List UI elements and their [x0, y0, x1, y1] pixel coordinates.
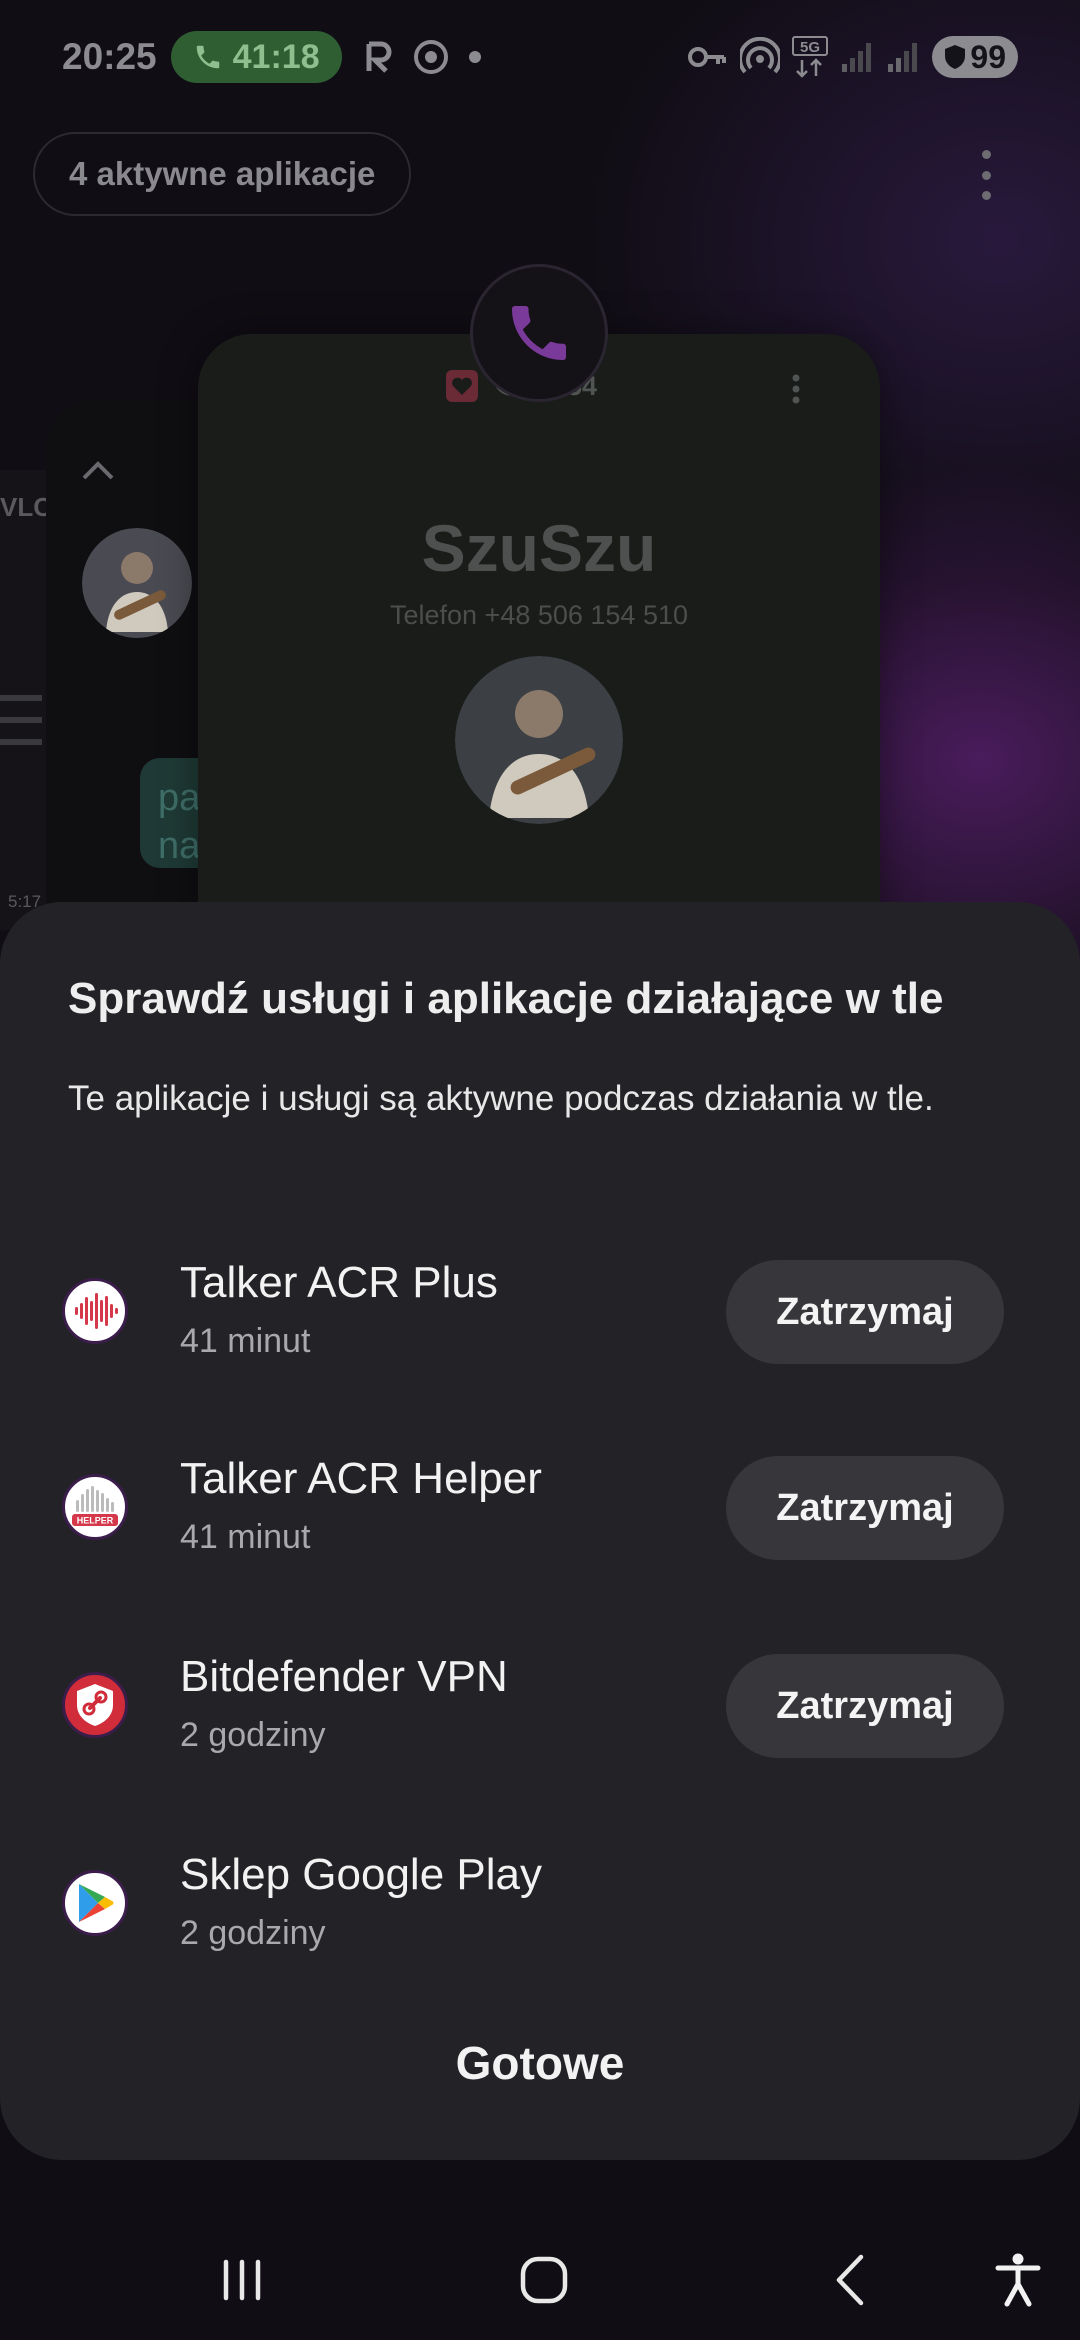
notification-dot-icon	[468, 51, 481, 63]
home-button[interactable]	[512, 2250, 576, 2310]
recent-card-vlc-label: VLC	[0, 492, 52, 522]
ongoing-call-chip[interactable]: 41:18	[170, 31, 342, 83]
active-apps-button[interactable]: 4 aktywne aplikacje	[33, 132, 412, 216]
phone-app-icon[interactable]	[470, 264, 608, 402]
battery-shield-icon	[945, 45, 966, 69]
recents-icon	[223, 2259, 261, 2301]
recents-screen: 20:25 41:18 5G 99 4 aktywne aplikacje VL…	[0, 0, 1080, 2340]
google-play-icon	[62, 1870, 128, 1936]
accessibility-button[interactable]	[988, 2250, 1048, 2310]
recorder-r-icon	[366, 41, 392, 73]
app-name: Talker ACR Helper	[180, 1454, 542, 1503]
app-duration: 2 godziny	[180, 1914, 326, 1952]
call-timer: 41:18	[232, 37, 320, 76]
phone-icon	[196, 45, 219, 69]
sheet-title: Sprawdź usługi i aplikacje działające w …	[68, 974, 944, 1023]
app-duration: 41 minut	[180, 1322, 311, 1360]
app-row-talker-acr-helper: HELPER Talker ACR Helper 41 minut Zatrzy…	[0, 1432, 1080, 1582]
app-duration: 2 godziny	[180, 1716, 326, 1754]
back-icon	[836, 2254, 864, 2306]
menu-lines-icon	[0, 695, 42, 745]
chevron-up-icon	[82, 461, 114, 480]
accessibility-icon	[995, 2253, 1041, 2307]
contact-avatar-small	[82, 528, 192, 638]
stop-talker-acr-plus-button[interactable]: Zatrzymaj	[726, 1260, 1004, 1364]
status-bar: 20:25 41:18 5G 99	[0, 0, 1080, 114]
recent-card-phone[interactable]	[198, 334, 880, 974]
app-row-bitdefender-vpn: Bitdefender VPN 2 godziny Zatrzymaj	[0, 1630, 1080, 1780]
talker-acr-plus-icon	[62, 1278, 128, 1344]
more-options-icon[interactable]	[966, 150, 1006, 200]
app-name: Talker ACR Plus	[180, 1258, 498, 1307]
navigation-bar	[0, 2220, 1080, 2340]
sheet-description: Te aplikacje i usługi są aktywne podczas…	[68, 1079, 934, 1118]
app-row-google-play: Sklep Google Play 2 godziny	[0, 1828, 1080, 1978]
talker-acr-helper-icon: HELPER	[62, 1474, 128, 1540]
done-button[interactable]: Gotowe	[340, 2018, 740, 2108]
contact-number: Telefon +48 506 154 510	[389, 600, 688, 630]
signal-2-icon	[888, 43, 918, 72]
helper-badge-text: HELPER	[77, 1516, 114, 1526]
app-name: Sklep Google Play	[180, 1850, 542, 1899]
battery-level: 99	[970, 38, 1006, 75]
stop-talker-acr-helper-button[interactable]: Zatrzymaj	[726, 1456, 1004, 1560]
svg-text:5G: 5G	[800, 39, 820, 56]
contact-name: SzuSzu	[421, 511, 657, 585]
5g-icon: 5G	[792, 36, 829, 78]
app-name: Bitdefender VPN	[180, 1652, 508, 1701]
app-row-talker-acr-plus: Talker ACR Plus 41 minut Zatrzymaj	[0, 1236, 1080, 1386]
record-indicator-icon	[413, 40, 448, 74]
back-button[interactable]	[820, 2250, 880, 2310]
contact-avatar	[455, 656, 623, 824]
signal-1-icon	[842, 43, 872, 72]
recording-heart-icon	[446, 370, 478, 402]
bitdefender-vpn-icon	[62, 1672, 128, 1738]
home-icon	[520, 2256, 568, 2304]
vpn-key-icon	[688, 47, 727, 67]
app-duration: 41 minut	[180, 1518, 311, 1556]
stop-bitdefender-vpn-button[interactable]: Zatrzymaj	[726, 1654, 1004, 1758]
status-time: 20:25	[62, 36, 157, 77]
card-more-icon[interactable]	[790, 374, 802, 404]
battery-indicator: 99	[932, 36, 1018, 78]
hotspot-icon	[740, 37, 781, 74]
phone-icon	[512, 306, 566, 360]
background-apps-sheet: Sprawdź usługi i aplikacje działające w …	[0, 902, 1080, 2160]
recents-button[interactable]	[212, 2250, 272, 2310]
